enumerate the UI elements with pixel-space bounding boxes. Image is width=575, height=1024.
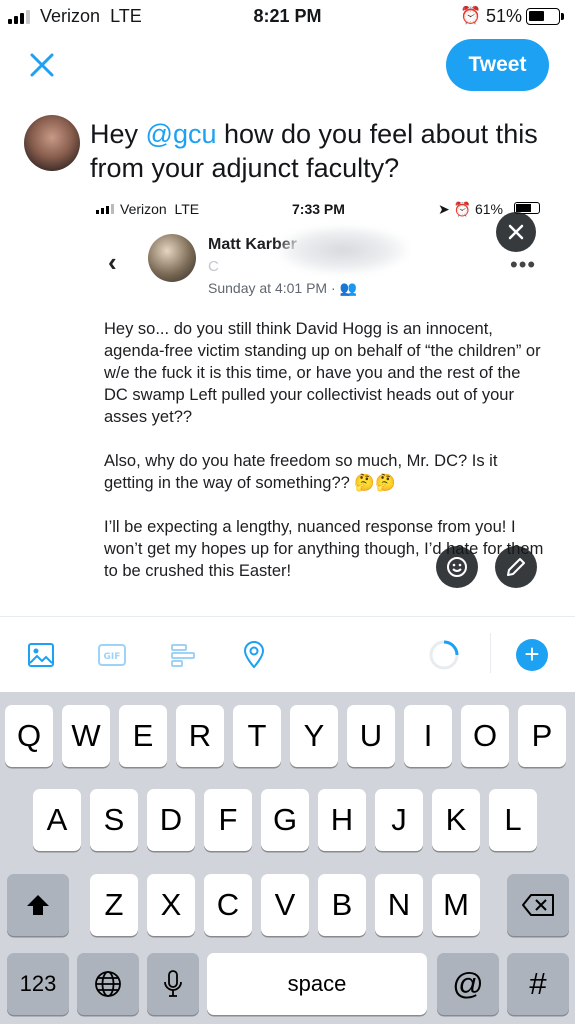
redaction-blur <box>278 226 408 274</box>
key-m[interactable]: M <box>432 874 480 936</box>
image-icon[interactable] <box>25 639 57 671</box>
gif-icon[interactable]: GIF <box>96 639 128 671</box>
key-y[interactable]: Y <box>290 705 338 767</box>
tweet-text-prefix: Hey <box>90 119 146 149</box>
key-p[interactable]: P <box>518 705 566 767</box>
key-b[interactable]: B <box>318 874 366 936</box>
attached-carrier: Verizon LTE <box>120 201 200 217</box>
key-r[interactable]: R <box>176 705 224 767</box>
key-k[interactable]: K <box>432 789 480 851</box>
avatar <box>24 115 80 171</box>
key-l[interactable]: L <box>489 789 537 851</box>
status-bar: Verizon LTE 8:21 PM ⏰ 51% <box>0 0 575 34</box>
key-x[interactable]: X <box>147 874 195 936</box>
attached-alarm-icon: ⏰ <box>453 201 472 217</box>
backspace-key[interactable] <box>507 874 569 936</box>
key-a[interactable]: A <box>33 789 81 851</box>
tweet-button[interactable]: Tweet <box>446 39 549 91</box>
key-u[interactable]: U <box>347 705 395 767</box>
key-d[interactable]: D <box>147 789 195 851</box>
key-t[interactable]: T <box>233 705 281 767</box>
key-n[interactable]: N <box>375 874 423 936</box>
space-key[interactable]: space <box>207 953 427 1015</box>
key-e[interactable]: E <box>119 705 167 767</box>
attached-image[interactable]: Verizon LTE 7:33 PM ➤ ⏰ 61% ‹ Matt Karbe… <box>88 192 560 602</box>
post-paragraph: I’ll be expecting a lengthy, nuanced res… <box>104 518 544 580</box>
key-h[interactable]: H <box>318 789 366 851</box>
attached-time: 7:33 PM <box>292 201 345 217</box>
post-body: Hey so... do you still think David Hogg … <box>104 318 548 602</box>
progress-ring-icon <box>428 639 460 671</box>
add-thread-icon[interactable]: + <box>516 639 548 671</box>
compose-toolbar: GIF + <box>0 616 575 692</box>
key-w[interactable]: W <box>62 705 110 767</box>
microphone-icon[interactable] <box>147 953 199 1015</box>
mention-link[interactable]: @gcu <box>146 119 217 149</box>
attached-status-bar: Verizon LTE 7:33 PM ➤ ⏰ 61% <box>88 200 560 220</box>
gif-label: GIF <box>104 652 121 662</box>
key-s[interactable]: S <box>90 789 138 851</box>
location-arrow-icon: ➤ <box>438 201 450 217</box>
hash-key[interactable]: # <box>507 953 569 1015</box>
alarm-icon: ⏰ <box>460 6 482 25</box>
post-author-avatar <box>148 234 196 282</box>
shift-key[interactable] <box>7 874 69 936</box>
tag-people-button[interactable] <box>436 546 478 588</box>
keyboard: 123 space @ # QWERTYUIOP ASDFGHJKL ZXCVBNM <box>0 692 575 1024</box>
post-author-subtitle: C <box>208 258 219 275</box>
key-z[interactable]: Z <box>90 874 138 936</box>
key-j[interactable]: J <box>375 789 423 851</box>
battery-icon <box>526 8 560 25</box>
battery-percent: 51% <box>486 6 523 26</box>
key-q[interactable]: Q <box>5 705 53 767</box>
key-v[interactable]: V <box>261 874 309 936</box>
key-c[interactable]: C <box>204 874 252 936</box>
edit-media-button[interactable] <box>495 546 537 588</box>
key-i[interactable]: I <box>404 705 452 767</box>
at-key[interactable]: @ <box>437 953 499 1015</box>
post-paragraph: Hey so... do you still think David Hogg … <box>104 320 541 426</box>
close-icon[interactable] <box>27 50 57 80</box>
tweet-text-input[interactable]: Hey @gcu how do you feel about this from… <box>90 117 560 185</box>
poll-icon[interactable] <box>167 639 199 671</box>
key-g[interactable]: G <box>261 789 309 851</box>
battery-tip <box>561 13 564 20</box>
attached-status-right: ➤ ⏰ 61% <box>438 201 503 218</box>
attached-signal-icon <box>96 203 114 214</box>
post-date: Sunday at 4:01 PM · 👥 <box>208 280 357 296</box>
numbers-key[interactable]: 123 <box>7 953 69 1015</box>
more-options-icon: ••• <box>510 252 537 277</box>
remove-media-button[interactable] <box>496 212 536 252</box>
key-f[interactable]: F <box>204 789 252 851</box>
key-o[interactable]: O <box>461 705 509 767</box>
friends-icon: 👥 <box>339 280 357 296</box>
toolbar-divider <box>490 633 491 673</box>
back-chevron-icon: ‹ <box>108 247 117 277</box>
post-paragraph: Also, why do you hate freedom so much, M… <box>104 452 498 492</box>
location-icon[interactable] <box>238 639 270 671</box>
attached-battery-percent: 61% <box>474 201 503 217</box>
globe-icon[interactable] <box>77 953 139 1015</box>
